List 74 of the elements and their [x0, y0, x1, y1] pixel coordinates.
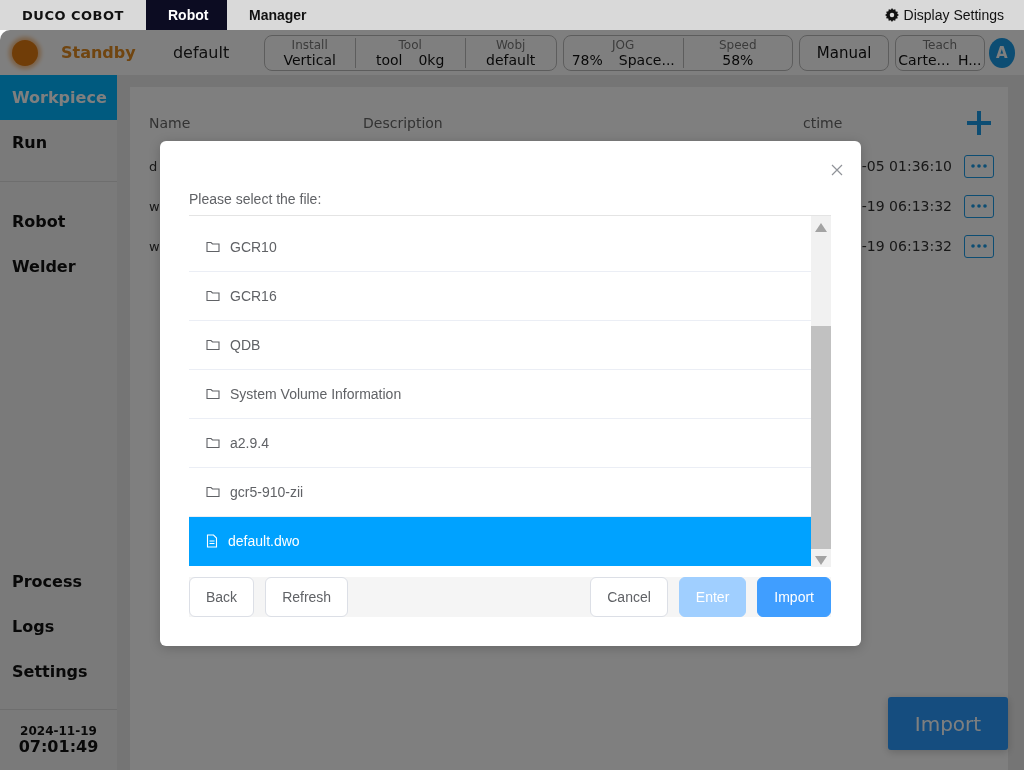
app-logo: DUCO COBOT: [21, 6, 125, 25]
column-header: Description: [363, 115, 443, 131]
field-value: H...: [957, 52, 982, 68]
more-icon: [971, 244, 987, 248]
table-cell: w: [149, 198, 160, 214]
scroll-down-icon[interactable]: [815, 556, 827, 565]
scroll-up-icon[interactable]: [815, 223, 827, 232]
more-button[interactable]: [964, 194, 994, 218]
program-name: default: [172, 43, 231, 62]
field-value: 58%: [722, 52, 754, 68]
folder-icon: [206, 339, 220, 351]
dialog-prompt: Please select the file:: [189, 191, 323, 207]
nav-tab[interactable]: Robot: [146, 0, 227, 30]
status-panel[interactable]: Teach Carte... H...: [895, 34, 985, 71]
folder-icon: [206, 241, 220, 253]
sidebar-item[interactable]: Run: [0, 120, 117, 165]
column-header: ctime: [803, 115, 843, 131]
time-text: 07:01:49: [18, 738, 99, 756]
field-value: Vertical: [283, 52, 336, 68]
folder-icon: [206, 388, 220, 400]
dialog-button[interactable]: Back: [189, 577, 255, 617]
status-panel[interactable]: Install Vertical Tool tool 0kg Wobj default: [263, 34, 557, 71]
table-cell: d: [149, 158, 158, 174]
field-label: Wobj: [495, 37, 526, 53]
table-cell: -05 01:36:10: [861, 158, 952, 174]
file-item[interactable]: a2.9.4: [189, 419, 811, 468]
document-icon: [206, 534, 218, 548]
field-value: Carte...: [898, 52, 950, 68]
scrollbar-thumb[interactable]: [811, 326, 831, 549]
field-value: tool: [375, 52, 403, 68]
field-label: Install: [291, 37, 328, 53]
folder-icon: [206, 437, 220, 449]
field-value: Space...: [618, 52, 675, 68]
file-item[interactable]: GCR16: [189, 272, 811, 321]
field-label: Speed: [719, 37, 757, 53]
folder-icon: [206, 290, 220, 302]
table-cell: -19 06:13:32: [861, 198, 952, 214]
file-item[interactable]: QDB: [189, 321, 811, 370]
file-item[interactable]: GCR10: [189, 223, 811, 272]
dialog-button[interactable]: Cancel: [590, 577, 668, 617]
more-icon: [971, 204, 987, 208]
more-icon: [971, 164, 987, 168]
sidebar-item[interactable]: Welder: [0, 244, 117, 289]
robot-state: Standby: [61, 43, 137, 62]
display-settings-button[interactable]: Display Settings: [884, 0, 1024, 30]
field-value: 78%: [571, 52, 603, 68]
file-item[interactable]: default.dwo: [189, 517, 811, 566]
settings-icon: [884, 8, 899, 22]
field-value: default: [486, 52, 536, 68]
more-button[interactable]: [964, 154, 994, 178]
sidebar-item[interactable]: Process: [0, 559, 117, 604]
close-button[interactable]: [830, 163, 844, 177]
file-item[interactable]: System Volume Information: [189, 370, 811, 419]
nav-tab[interactable]: Manager: [227, 0, 329, 30]
table-cell: w: [149, 238, 160, 254]
date-text: 2024-11-19: [20, 724, 97, 738]
close-icon: [830, 163, 844, 177]
field-label: Tool: [398, 37, 422, 53]
column-header: Name: [149, 115, 191, 131]
status-panel[interactable]: JOG 78% Space... Speed 58%: [562, 34, 793, 71]
folder-icon: [206, 486, 220, 498]
more-button[interactable]: [964, 234, 994, 258]
status-light: [12, 39, 38, 66]
dialog-button[interactable]: Refresh: [265, 577, 349, 617]
sidebar-item[interactable]: Robot: [0, 199, 117, 244]
mode-button[interactable]: Manual: [798, 34, 890, 71]
field-value: 0kg: [418, 52, 445, 68]
dialog-button[interactable]: Import: [757, 577, 831, 617]
sidebar-item[interactable]: Settings: [0, 649, 117, 694]
add-icon[interactable]: [966, 110, 992, 136]
table-cell: -19 06:13:32: [861, 238, 952, 254]
field-label: JOG: [612, 37, 635, 53]
sidebar-item[interactable]: Logs: [0, 604, 117, 649]
field-label: Teach: [922, 37, 958, 53]
